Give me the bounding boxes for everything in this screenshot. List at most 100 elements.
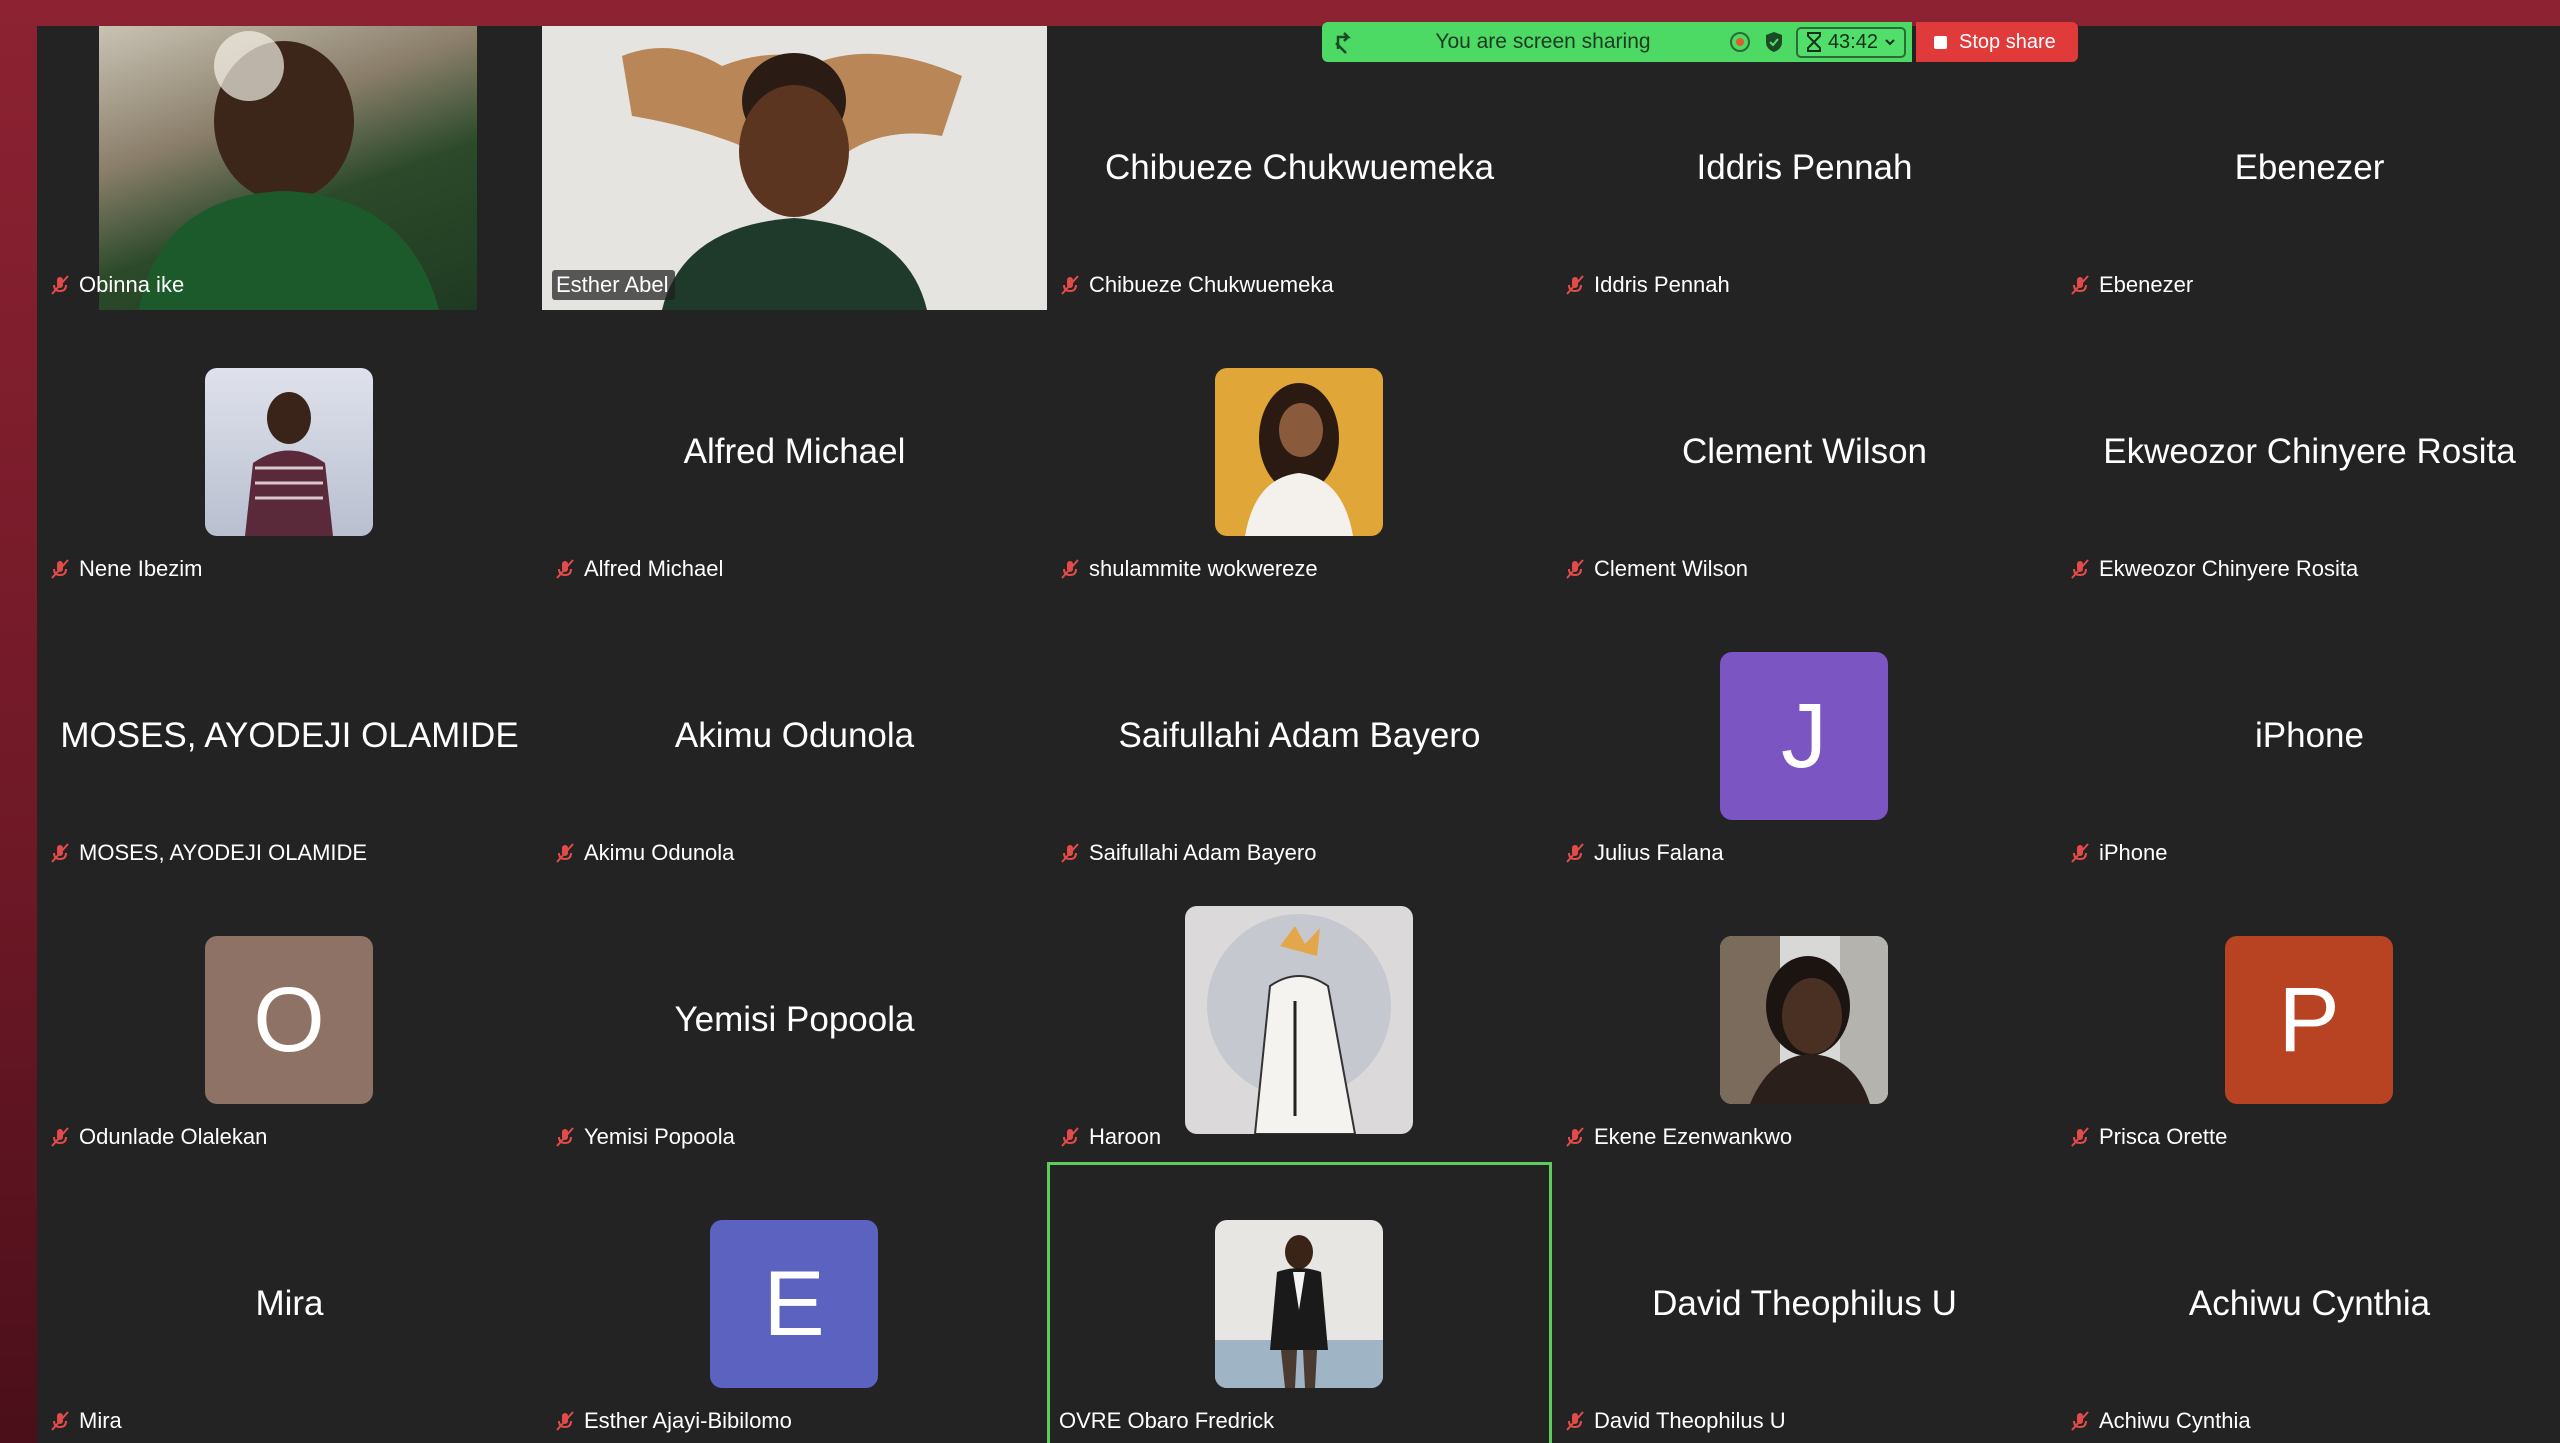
- participant-tile[interactable]: Clement Wilson Clement Wilson: [1552, 310, 2057, 594]
- muted-mic-icon: [1566, 1127, 1584, 1147]
- participant-label: David Theophilus U: [1560, 1406, 1792, 1436]
- participant-label: Nene Ibezim: [45, 554, 209, 584]
- profile-photo: [1185, 906, 1413, 1134]
- participant-label: Saifullahi Adam Bayero: [1055, 838, 1322, 868]
- participant-name: Julius Falana: [1594, 840, 1724, 865]
- muted-mic-icon: [2071, 275, 2089, 295]
- participant-tile[interactable]: David Theophilus U David Theophilus U: [1552, 1162, 2057, 1443]
- participant-label: Esther Abel: [552, 270, 675, 300]
- participant-name: Haroon: [1089, 1124, 1162, 1149]
- profile-photo: [205, 368, 373, 536]
- participant-label: Akimu Odunola: [550, 838, 740, 868]
- participant-label: Alfred Michael: [550, 554, 729, 584]
- stop-share-label: Stop share: [1959, 30, 2056, 53]
- participant-video: [99, 26, 477, 310]
- participant-label: Ekweozor Chinyere Rosita: [2065, 554, 2364, 584]
- participant-tile[interactable]: Ekene Ezenwankwo: [1552, 878, 2057, 1162]
- participant-tile[interactable]: iPhone iPhone: [2057, 594, 2560, 878]
- muted-mic-icon: [51, 559, 69, 579]
- person-photo-icon: [1245, 383, 1353, 536]
- participant-tile[interactable]: Mira Mira: [37, 1162, 542, 1443]
- participant-label: OVRE Obaro Fredrick: [1055, 1406, 1280, 1436]
- participant-tile[interactable]: Ekweozor Chinyere Rosita Ekweozor Chinye…: [2057, 310, 2560, 594]
- participant-name: Achiwu Cynthia: [2099, 1408, 2251, 1433]
- participant-tile[interactable]: shulammite wokwereze: [1047, 310, 1552, 594]
- participant-label: Ekene Ezenwankwo: [1560, 1122, 1798, 1152]
- muted-mic-icon: [1061, 559, 1079, 579]
- muted-mic-icon: [1566, 275, 1584, 295]
- share-status-text: You are screen sharing: [1435, 30, 1651, 53]
- participant-display-name: Ebenezer: [2234, 148, 2385, 187]
- security-shield-icon[interactable]: [1762, 30, 1786, 54]
- screen-share-toolbar: You are screen sharing 43:42 Stop share: [1322, 22, 2090, 62]
- muted-mic-icon: [51, 1127, 69, 1147]
- participant-name: MOSES, AYODEJI OLAMIDE: [79, 840, 368, 865]
- participant-name: Mira: [79, 1408, 122, 1433]
- share-status-panel[interactable]: You are screen sharing 43:42: [1322, 22, 1912, 62]
- participant-tile[interactable]: MOSES, AYODEJI OLAMIDE MOSES, AYODEJI OL…: [37, 594, 542, 878]
- participant-tile[interactable]: Saifullahi Adam Bayero Saifullahi Adam B…: [1047, 594, 1552, 878]
- profile-photo: [1720, 936, 1888, 1104]
- initial-avatar: J: [1720, 652, 1888, 820]
- participant-tile[interactable]: Iddris Pennah Iddris Pennah: [1552, 26, 2057, 310]
- participant-display-name: Akimu Odunola: [674, 716, 915, 755]
- participant-display-name: David Theophilus U: [1652, 1284, 1957, 1323]
- avatar-initial: P: [2278, 968, 2340, 1071]
- participant-label: Achiwu Cynthia: [2065, 1406, 2257, 1436]
- participant-display-name: Yemisi Popoola: [674, 1000, 915, 1039]
- participant-label: Haroon: [1055, 1122, 1167, 1152]
- participant-tile-active-speaker[interactable]: OVRE Obaro Fredrick: [1047, 1162, 1552, 1443]
- muted-mic-icon: [1566, 843, 1584, 863]
- participant-tile[interactable]: Nene Ibezim: [37, 310, 542, 594]
- participant-tile[interactable]: J Julius Falana: [1552, 594, 2057, 878]
- participant-tile[interactable]: O Odunlade Olalekan: [37, 878, 542, 1162]
- person-photo-icon: [245, 392, 333, 536]
- participant-label: iPhone: [2065, 838, 2174, 868]
- participant-tile[interactable]: Yemisi Popoola Yemisi Popoola: [542, 878, 1047, 1162]
- participant-name: Yemisi Popoola: [584, 1124, 735, 1149]
- muted-mic-icon: [51, 1411, 69, 1431]
- participant-name: Odunlade Olalekan: [79, 1124, 268, 1149]
- participant-name: Alfred Michael: [584, 556, 724, 581]
- participant-tile[interactable]: Achiwu Cynthia Achiwu Cynthia: [2057, 1162, 2560, 1443]
- participant-tile[interactable]: Obinna ike: [37, 26, 542, 310]
- participant-name: Clement Wilson: [1594, 556, 1749, 581]
- drag-handle-icon[interactable]: [1332, 29, 1358, 55]
- muted-mic-icon: [1061, 1127, 1079, 1147]
- participant-label: Ebenezer: [2065, 270, 2199, 300]
- participant-tile[interactable]: Alfred Michael Alfred Michael: [542, 310, 1047, 594]
- participant-tile[interactable]: Haroon: [1047, 878, 1552, 1162]
- participant-name: Ebenezer: [2099, 272, 2194, 297]
- participant-tile[interactable]: Chibueze Chukwuemeka Chibueze Chukwuemek…: [1047, 26, 1552, 310]
- participant-label: Obinna ike: [45, 270, 190, 300]
- participant-label: Odunlade Olalekan: [45, 1122, 273, 1152]
- person-silhouette-icon: [622, 48, 962, 310]
- profile-photo: [1215, 368, 1383, 536]
- participant-tile[interactable]: Esther Abel: [542, 26, 1047, 310]
- participant-tile[interactable]: P Prisca Orette: [2057, 878, 2560, 1162]
- muted-mic-icon: [556, 1127, 574, 1147]
- participant-tile[interactable]: Akimu Odunola Akimu Odunola: [542, 594, 1047, 878]
- avatar-initial: E: [763, 1252, 825, 1355]
- person-photo-icon: [1720, 936, 1888, 1104]
- avatar-initial: O: [253, 968, 325, 1071]
- participant-display-name: Clement Wilson: [1681, 432, 1928, 471]
- participant-tile[interactable]: Ebenezer Ebenezer: [2057, 26, 2560, 310]
- participant-display-name: Saifullahi Adam Bayero: [1118, 716, 1481, 755]
- participant-name: OVRE Obaro Fredrick: [1059, 1408, 1275, 1433]
- avatar-initial: J: [1781, 684, 1827, 787]
- stop-icon: [1934, 35, 1947, 49]
- record-indicator-icon[interactable]: [1728, 30, 1752, 54]
- participant-label: Mira: [45, 1406, 128, 1436]
- muted-mic-icon: [51, 843, 69, 863]
- initial-avatar: P: [2225, 936, 2393, 1104]
- participant-tile[interactable]: E Esther Ajayi-Bibilomo: [542, 1162, 1047, 1443]
- muted-mic-icon: [2071, 559, 2089, 579]
- initial-avatar: O: [205, 936, 373, 1104]
- participant-name: Chibueze Chukwuemeka: [1089, 272, 1334, 297]
- participant-label: Chibueze Chukwuemeka: [1055, 270, 1340, 300]
- meeting-timer[interactable]: 43:42: [1795, 26, 1906, 58]
- participant-label: Prisca Orette: [2065, 1122, 2233, 1152]
- participant-name: Nene Ibezim: [79, 556, 203, 581]
- stop-share-button[interactable]: Stop share: [1916, 22, 2078, 62]
